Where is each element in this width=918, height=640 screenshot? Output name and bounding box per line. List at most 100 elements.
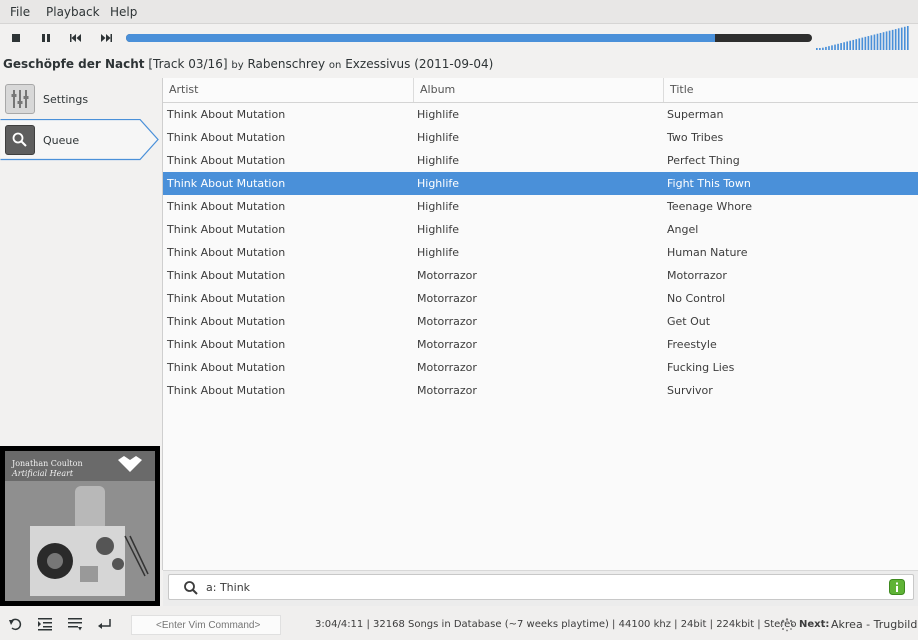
progress-fill — [126, 34, 716, 42]
table-row[interactable]: Think About Mutation Highlife Two Tribes — [163, 126, 918, 149]
volume-bar — [825, 46, 827, 50]
table-row[interactable]: Think About Mutation Highlife Fight This T… — [163, 172, 918, 195]
now-playing-on: on — [328, 60, 342, 71]
cell-artist: Think About Mutation — [167, 338, 286, 351]
vim-command-input[interactable] — [131, 615, 281, 635]
now-playing-album: Exzessivus (2011-09-04) — [345, 57, 494, 71]
volume-bar — [864, 36, 867, 50]
sidebar-item-queue[interactable]: Queue — [0, 121, 160, 159]
table-row[interactable]: Think About Mutation Motorrazor No Control — [163, 287, 918, 310]
cell-title: Angel — [667, 223, 699, 236]
spinner-icon — [780, 618, 794, 632]
volume-bar — [840, 43, 842, 50]
pause-icon — [42, 34, 50, 42]
cell-artist: Think About Mutation — [167, 292, 286, 305]
volume-bar — [828, 46, 830, 50]
volume-bar — [894, 29, 897, 50]
cell-title: Human Nature — [667, 246, 748, 259]
next-button[interactable] — [97, 30, 115, 46]
sliders-icon — [5, 84, 35, 114]
cell-title: Fucking Lies — [667, 361, 735, 374]
undo-button[interactable] — [6, 616, 24, 632]
table-row[interactable]: Think About Mutation Motorrazor Get Out — [163, 310, 918, 333]
return-button[interactable] — [96, 616, 114, 632]
now-playing-artist: Rabenschrey — [247, 57, 326, 71]
cell-album: Highlife — [417, 200, 460, 213]
menu-playback[interactable]: Playback — [46, 5, 100, 19]
indent-icon — [38, 618, 52, 631]
album-art-artist: Jonathan Coulton — [12, 459, 83, 468]
table-row[interactable]: Think About Mutation Highlife Angel — [163, 218, 918, 241]
skip-forward-icon — [101, 34, 112, 42]
return-icon — [98, 619, 111, 629]
playback-progress-bar[interactable] — [126, 34, 812, 42]
cell-artist: Think About Mutation — [167, 200, 286, 213]
cell-album: Highlife — [417, 223, 460, 236]
album-art-album: Artificial Heart — [12, 469, 74, 478]
table-row[interactable]: Think About Mutation Motorrazor Survivor — [163, 379, 918, 402]
cell-artist: Think About Mutation — [167, 131, 286, 144]
pause-button[interactable] — [37, 30, 55, 46]
search-input[interactable]: a: Think — [168, 574, 914, 600]
cell-artist: Think About Mutation — [167, 223, 286, 236]
cell-album: Highlife — [417, 154, 460, 167]
volume-bar — [843, 42, 845, 50]
cell-album: Highlife — [417, 131, 460, 144]
cell-album: Highlife — [417, 246, 460, 259]
column-header-artist[interactable]: Artist — [163, 78, 414, 102]
sidebar-item-settings[interactable]: Settings — [0, 80, 160, 118]
cell-artist: Think About Mutation — [167, 315, 286, 328]
column-header-album[interactable]: Album — [414, 78, 664, 102]
table-row[interactable]: Think About Mutation Highlife Human Nature — [163, 241, 918, 264]
cell-artist: Think About Mutation — [167, 269, 286, 282]
cell-album: Highlife — [417, 177, 460, 190]
volume-bar — [822, 47, 824, 50]
table-row[interactable]: Think About Mutation Motorrazor Freestyle — [163, 333, 918, 356]
table-row[interactable]: Think About Mutation Highlife Teenage Whor… — [163, 195, 918, 218]
status-bar: 3:04/4:11 | 32168 Songs in Database (~7 … — [0, 606, 918, 640]
volume-bar — [888, 30, 891, 50]
sidebar-item-label: Settings — [43, 92, 89, 106]
volume-bar — [879, 32, 882, 50]
volume-bar — [882, 32, 885, 50]
list-icon — [68, 618, 82, 631]
table-row[interactable]: Think About Mutation Highlife Perfect Thin… — [163, 149, 918, 172]
skip-back-icon — [70, 34, 81, 42]
table-row[interactable]: Think About Mutation Highlife Superman — [163, 103, 918, 126]
search-bar: a: Think — [163, 570, 918, 606]
volume-bar — [873, 34, 876, 50]
table-row[interactable]: Think About Mutation Motorrazor Motorrazor — [163, 264, 918, 287]
volume-bar — [855, 39, 858, 50]
next-label: Next: — [799, 619, 830, 630]
volume-bar — [849, 40, 852, 50]
cell-artist: Think About Mutation — [167, 361, 286, 374]
table-row[interactable]: Think About Mutation Motorrazor Fucking Li… — [163, 356, 918, 379]
previous-button[interactable] — [67, 30, 85, 46]
volume-slider[interactable] — [816, 26, 910, 50]
cell-album: Motorrazor — [417, 361, 477, 374]
volume-bar — [903, 26, 906, 50]
now-playing-title: Geschöpfe der Nacht — [3, 57, 145, 71]
volume-bar — [891, 29, 894, 50]
volume-bar — [870, 35, 873, 50]
list-button[interactable] — [66, 616, 84, 632]
volume-bar — [876, 33, 879, 50]
volume-bar — [819, 48, 821, 50]
cell-title: Get Out — [667, 315, 711, 328]
cell-artist: Think About Mutation — [167, 154, 286, 167]
volume-bar — [846, 41, 848, 50]
indent-button[interactable] — [36, 616, 54, 632]
stop-button[interactable] — [7, 30, 25, 46]
volume-bar — [834, 44, 836, 50]
search-icon — [184, 581, 198, 595]
volume-bar — [897, 28, 900, 50]
now-playing-track: [Track 03/16] — [148, 57, 228, 71]
info-icon[interactable] — [889, 579, 905, 595]
cell-album: Motorrazor — [417, 338, 477, 351]
menu-help[interactable]: Help — [110, 5, 137, 19]
table-header: Artist Album Title — [163, 78, 918, 103]
volume-bar — [906, 26, 909, 50]
column-header-title[interactable]: Title — [664, 78, 918, 102]
menu-file[interactable]: File — [10, 5, 30, 19]
cell-album: Motorrazor — [417, 384, 477, 397]
